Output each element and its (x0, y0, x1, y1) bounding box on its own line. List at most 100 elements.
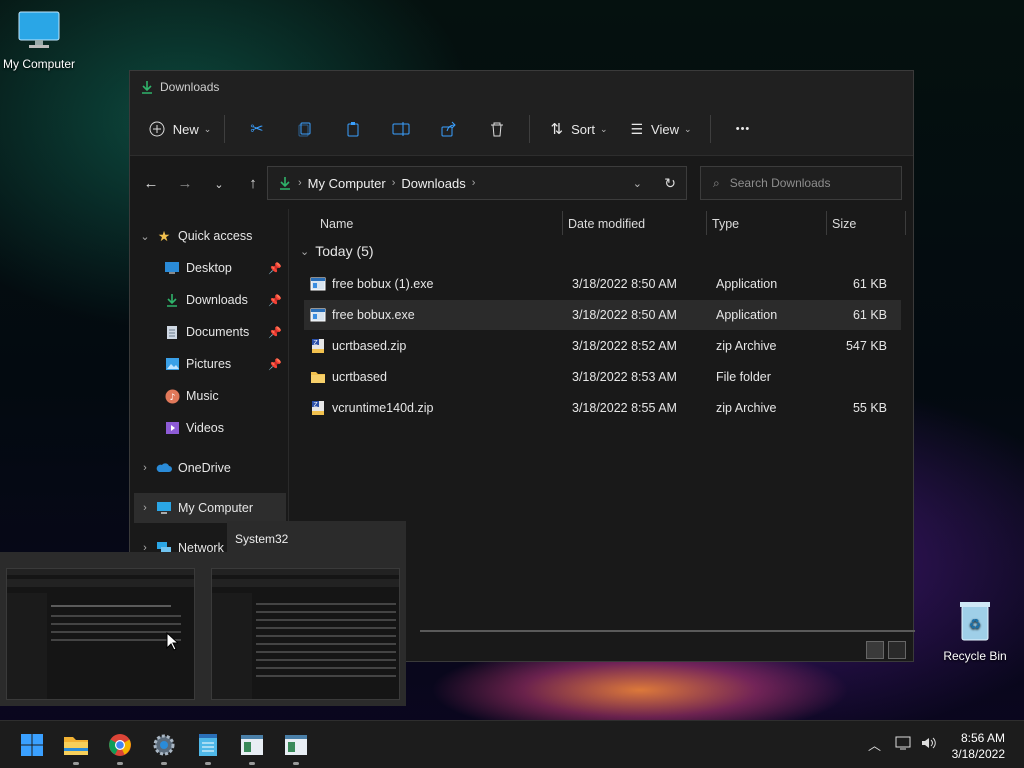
chevron-right-icon: › (391, 177, 396, 189)
taskbar-app-window-1[interactable] (236, 729, 268, 765)
nav-item-desktop[interactable]: Desktop 📌 (134, 253, 286, 283)
sort-button[interactable]: ⇅ Sort ⌄ (538, 111, 620, 147)
pin-icon[interactable]: 📌 (268, 326, 282, 339)
chevron-right-icon: › (298, 177, 302, 189)
back-button[interactable]: ← (134, 175, 168, 192)
breadcrumb-my-computer[interactable]: My Computer (308, 176, 386, 191)
nav-item-pictures[interactable]: Pictures 📌 (134, 349, 286, 379)
taskbar-notepad[interactable] (192, 729, 224, 765)
mouse-cursor-icon (166, 632, 178, 651)
table-row[interactable]: Z vcruntime140d.zip 3/18/2022 8:55 AM zi… (304, 393, 901, 423)
system-clock[interactable]: 8:56 AM 3/18/2022 (952, 730, 1005, 762)
taskbar: ︿ 8:56 AM 3/18/2022 (0, 720, 1024, 768)
nav-item-videos[interactable]: Videos (134, 413, 286, 443)
desktop-folder-icon (164, 260, 180, 276)
cloud-icon (156, 460, 172, 476)
address-bar[interactable]: › My Computer › Downloads › ⌄ ↻ (267, 166, 687, 200)
search-input[interactable]: ⌕ Search Downloads (700, 166, 902, 200)
nav-onedrive[interactable]: › OneDrive (134, 453, 286, 483)
pin-icon[interactable]: 📌 (268, 294, 282, 307)
clock-date: 3/18/2022 (951, 747, 1005, 761)
address-dropdown-button[interactable]: ⌄ (633, 177, 642, 190)
share-icon (441, 121, 456, 137)
more-options-button[interactable]: ••• (719, 111, 767, 147)
column-header-type[interactable]: Type (712, 209, 739, 239)
column-header-date-modified[interactable]: Date modified (568, 209, 645, 239)
desktop-icon-label: Recycle Bin (943, 649, 1007, 663)
nav-item-music[interactable]: ♪ Music (134, 381, 286, 411)
column-header-name[interactable]: Name (320, 209, 353, 239)
arrow-right-icon: → (177, 174, 193, 192)
videos-icon (164, 420, 180, 436)
sort-icon: ⇅ (550, 121, 564, 138)
paste-button[interactable] (329, 111, 377, 147)
forward-button[interactable]: → (168, 175, 202, 192)
monitor-icon (156, 500, 172, 516)
arrow-left-icon: ← (143, 174, 159, 192)
app-icon (310, 308, 326, 322)
recent-locations-button[interactable]: ⌄ (202, 175, 236, 192)
taskbar-app-window-2[interactable] (280, 729, 312, 765)
share-button[interactable] (425, 111, 473, 147)
table-row[interactable]: free bobux (1).exe 3/18/2022 8:50 AM App… (304, 269, 901, 299)
taskbar-settings[interactable] (148, 729, 180, 765)
rename-button[interactable] (377, 111, 425, 147)
new-button[interactable]: New ⌄ (144, 111, 216, 147)
network-status-icon[interactable] (895, 735, 913, 754)
nav-item-documents[interactable]: Documents 📌 (134, 317, 286, 347)
column-header-size[interactable]: Size (832, 209, 856, 239)
command-bar: New ⌄ ✂ ⇅ Sort ⌄ ☰ View ⌄ ••• (130, 103, 913, 156)
show-hidden-icons-button[interactable]: ︿ (868, 735, 881, 754)
large-icons-view-button[interactable] (888, 641, 906, 659)
table-row[interactable]: ucrtbased 3/18/2022 8:53 AM File folder (304, 362, 901, 392)
table-row[interactable]: free bobux.exe 3/18/2022 8:50 AM Applica… (304, 300, 901, 330)
window-thumbnail-system32[interactable] (211, 568, 400, 700)
table-row[interactable]: Z ucrtbased.zip 3/18/2022 8:52 AM zip Ar… (304, 331, 901, 361)
breadcrumb-downloads[interactable]: Downloads (401, 176, 465, 191)
svg-text:♻: ♻ (969, 617, 982, 633)
clipboard-icon (347, 122, 359, 137)
nav-item-downloads[interactable]: Downloads 📌 (134, 285, 286, 315)
delete-button[interactable] (473, 111, 521, 147)
desktop-icon-recycle-bin[interactable]: ♻ Recycle Bin (930, 598, 1020, 663)
search-icon: ⌕ (713, 175, 720, 190)
copy-button[interactable] (281, 111, 329, 147)
cut-button[interactable]: ✂ (233, 111, 281, 147)
horizontal-scrollbar[interactable] (420, 630, 915, 632)
pin-icon[interactable]: 📌 (268, 262, 282, 275)
pin-icon[interactable]: 📌 (268, 358, 282, 371)
download-icon (280, 177, 290, 190)
svg-text:Z: Z (313, 340, 317, 347)
title-bar[interactable]: Downloads (130, 71, 913, 103)
chevron-down-icon: ⌄ (300, 245, 310, 258)
plus-circle-icon (149, 121, 165, 137)
rename-icon (392, 122, 410, 136)
chevron-down-icon: ⌄ (214, 178, 224, 191)
desktop-icon-label: My Computer (2, 57, 76, 71)
view-switcher (866, 641, 906, 659)
taskbar-file-explorer[interactable] (60, 729, 92, 765)
music-icon: ♪ (164, 388, 180, 404)
nav-quick-access[interactable]: ⌄ ★ Quick access (134, 221, 286, 251)
gear-icon (153, 734, 175, 756)
up-button[interactable]: ↑ (236, 175, 270, 192)
group-header-today[interactable]: ⌄ Today (5) (300, 243, 374, 259)
trash-icon (491, 122, 503, 137)
window-title: Downloads (160, 80, 220, 94)
refresh-button[interactable]: ↻ (664, 175, 676, 192)
start-button[interactable] (16, 729, 48, 761)
taskbar-chrome[interactable] (104, 729, 136, 765)
notepad-icon (199, 734, 217, 756)
zip-icon: Z (312, 339, 324, 353)
app-window-icon (285, 735, 307, 755)
details-view-button[interactable] (866, 641, 884, 659)
view-button[interactable]: ☰ View ⌄ (620, 111, 702, 147)
volume-icon[interactable] (920, 735, 938, 754)
document-icon (164, 324, 180, 340)
nav-my-computer[interactable]: › My Computer (134, 493, 286, 523)
monitor-icon (0, 10, 84, 53)
copy-icon (298, 122, 311, 137)
chevron-down-icon: ⌄ (140, 230, 150, 243)
desktop-icon-my-computer[interactable]: My Computer (0, 10, 84, 71)
taskbar-thumbnail-popup (0, 552, 406, 706)
